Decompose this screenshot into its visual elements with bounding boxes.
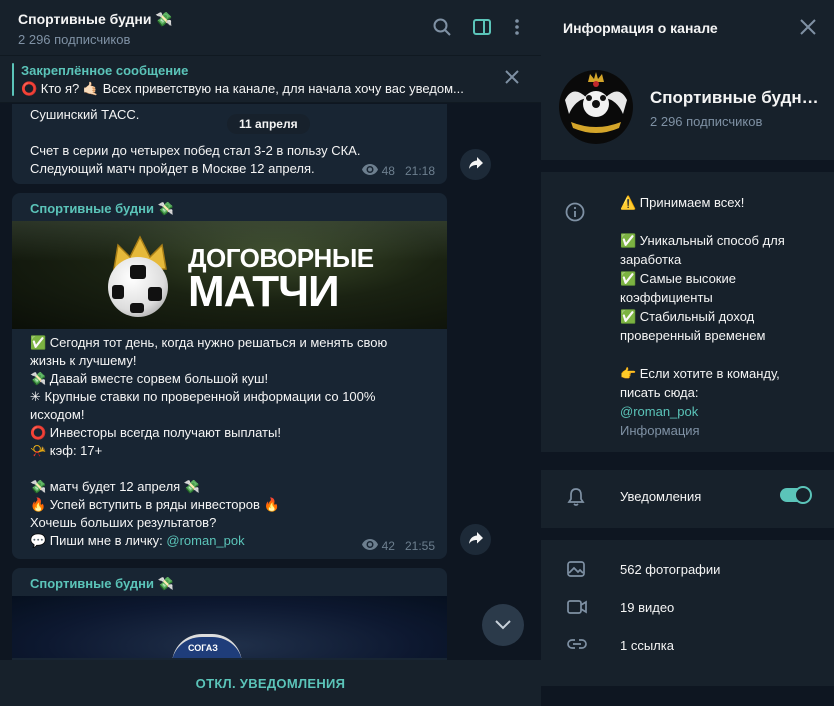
notifications-row[interactable]: Уведомления xyxy=(541,470,834,528)
mention-link[interactable]: @roman_pok xyxy=(166,533,244,548)
info-close-button[interactable] xyxy=(800,19,816,38)
pinned-message-bar[interactable]: Закреплённое сообщение ⭕ Кто я? 🤙🏻 Всех … xyxy=(0,56,541,103)
sidebar-panel-icon xyxy=(473,18,491,38)
shared-media-section: 562 фотографии 19 видео 1 ссылка xyxy=(541,540,834,686)
message-line: Счет в серии до четырех побед стал 3-2 в… xyxy=(30,143,361,158)
contact-link[interactable]: @roman_pok xyxy=(620,402,820,421)
more-vertical-icon xyxy=(515,18,519,38)
media-videos-row[interactable]: 19 видео xyxy=(541,589,834,627)
message-line: ✳ Крупные ставки по проверенной информац… xyxy=(30,389,376,404)
info-header: Информация о канале xyxy=(541,0,834,56)
toggle-knob xyxy=(794,486,812,504)
description-line: ✅ Самые высокие коэффициенты xyxy=(620,271,736,305)
search-button[interactable] xyxy=(431,17,453,39)
message-time: 21:18 xyxy=(404,164,435,178)
media-links-row[interactable]: 1 ссылка xyxy=(541,627,834,665)
chevron-down-icon xyxy=(495,618,511,633)
view-count: 48 xyxy=(381,164,395,178)
message-author[interactable]: Спортивные будни 💸 xyxy=(12,568,447,596)
info-label: Информация xyxy=(620,423,700,438)
pinned-title: Закреплённое сообщение xyxy=(21,63,189,78)
share-button[interactable] xyxy=(460,524,491,555)
link-icon xyxy=(567,637,587,654)
channel-name: Спортивные будни 💸 xyxy=(650,88,820,107)
share-button[interactable] xyxy=(460,149,491,180)
info-icon xyxy=(565,202,585,225)
search-icon xyxy=(433,18,451,39)
close-icon xyxy=(800,19,816,38)
media-photos-label: 562 фотографии xyxy=(620,562,721,577)
photo-icon xyxy=(567,561,585,580)
message-line: Хочешь больших результатов? xyxy=(30,515,217,530)
message-bubble[interactable]: Спортивные будни 💸 СОГАЗ xyxy=(12,568,447,660)
message-image[interactable]: СОГАЗ xyxy=(12,596,447,658)
message-meta: 48 21:18 xyxy=(361,164,435,178)
pinned-accent xyxy=(12,63,14,96)
close-icon xyxy=(505,70,519,87)
chat-pane: Сушинский ТАСС. Счет в серии до четырех … xyxy=(0,0,541,706)
message-line: 📯 кэф: 17+ xyxy=(30,443,103,458)
football-icon xyxy=(108,257,168,317)
channel-description: ⚠️ Принимаем всех! ✅ Уникальный способ д… xyxy=(620,193,820,440)
mute-notifications-button[interactable]: ОТКЛ. УВЕДОМЛЕНИЯ xyxy=(0,660,541,706)
description-line: 👉 Если хотите в команду, писать сюда: xyxy=(620,366,780,400)
chat-subscribers: 2 296 подписчиков xyxy=(18,32,131,47)
chat-title[interactable]: Спортивные будни 💸 xyxy=(18,11,173,28)
channel-logo-icon xyxy=(565,72,627,133)
eye-icon xyxy=(361,164,378,178)
message-line xyxy=(30,460,431,478)
description-line: ✅ Уникальный способ для заработка xyxy=(620,233,785,267)
jersey-image: СОГАЗ xyxy=(172,634,242,658)
message-bubble[interactable]: Спортивные будни 💸 ДОГОВОРНЫЕ МАТЧИ ✅ Се… xyxy=(12,193,447,559)
channel-subscribers: 2 296 подписчиков xyxy=(650,114,763,129)
message-line: жизнь к лучшему! xyxy=(30,353,137,368)
message-time: 21:55 xyxy=(404,539,435,553)
media-links-label: 1 ссылка xyxy=(620,638,674,653)
scroll-down-button[interactable] xyxy=(482,604,524,646)
message-line: 💸 Давай вместе сорвем большой куш! xyxy=(30,371,269,386)
banner-title-line2: МАТЧИ xyxy=(188,267,340,316)
message-line: 💸 матч будет 12 апреля 💸 xyxy=(30,479,200,494)
description-line xyxy=(620,212,820,231)
description-line: ⚠️ Принимаем всех! xyxy=(620,195,745,210)
notifications-label: Уведомления xyxy=(620,489,702,504)
message-meta: 42 21:55 xyxy=(361,539,435,553)
message-author[interactable]: Спортивные будни 💸 xyxy=(12,193,447,221)
pinned-close-button[interactable] xyxy=(505,70,523,88)
more-menu-button[interactable] xyxy=(506,17,528,39)
message-line: ✅ Сегодня тот день, когда нужно решаться… xyxy=(30,335,388,350)
message-line: исходом! xyxy=(30,407,85,422)
message-text: 💬 Пиши мне в личку: xyxy=(30,533,167,548)
pinned-text: ⭕ Кто я? 🤙🏻 Всех приветствую на канале, … xyxy=(21,81,464,96)
description-line xyxy=(620,345,820,364)
channel-avatar[interactable] xyxy=(559,70,633,144)
view-count: 42 xyxy=(381,539,395,553)
jersey-sponsor-text: СОГАЗ xyxy=(188,643,218,653)
media-photos-row[interactable]: 562 фотографии xyxy=(541,551,834,589)
share-icon xyxy=(468,157,483,172)
message-line: 🔥 Успей вступить в ряды инвесторов 🔥 xyxy=(30,497,280,512)
channel-info-panel: Информация о канале Спортивные будни 💸 2… xyxy=(541,0,834,706)
video-icon xyxy=(567,599,587,618)
chat-header[interactable]: Спортивные будни 💸 2 296 подписчиков xyxy=(0,0,541,56)
channel-description-section: ⚠️ Принимаем всех! ✅ Уникальный способ д… xyxy=(541,172,834,452)
date-divider: 11 апреля xyxy=(227,114,310,134)
sidebar-toggle-button[interactable] xyxy=(471,17,493,39)
media-videos-label: 19 видео xyxy=(620,600,675,615)
message-image[interactable]: ДОГОВОРНЫЕ МАТЧИ xyxy=(12,221,447,329)
notifications-toggle[interactable] xyxy=(780,486,812,504)
info-title: Информация о канале xyxy=(563,20,718,36)
description-line: ✅ Стабильный доход проверенный временем xyxy=(620,309,766,343)
channel-profile: Спортивные будни 💸 2 296 подписчиков xyxy=(541,56,834,160)
bell-icon xyxy=(567,487,585,510)
eye-icon xyxy=(361,539,378,553)
message-list[interactable]: Сушинский ТАСС. Счет в серии до четырех … xyxy=(0,104,541,660)
message-line: ⭕ Инвесторы всегда получают выплаты! xyxy=(30,425,281,440)
share-icon xyxy=(468,532,483,547)
